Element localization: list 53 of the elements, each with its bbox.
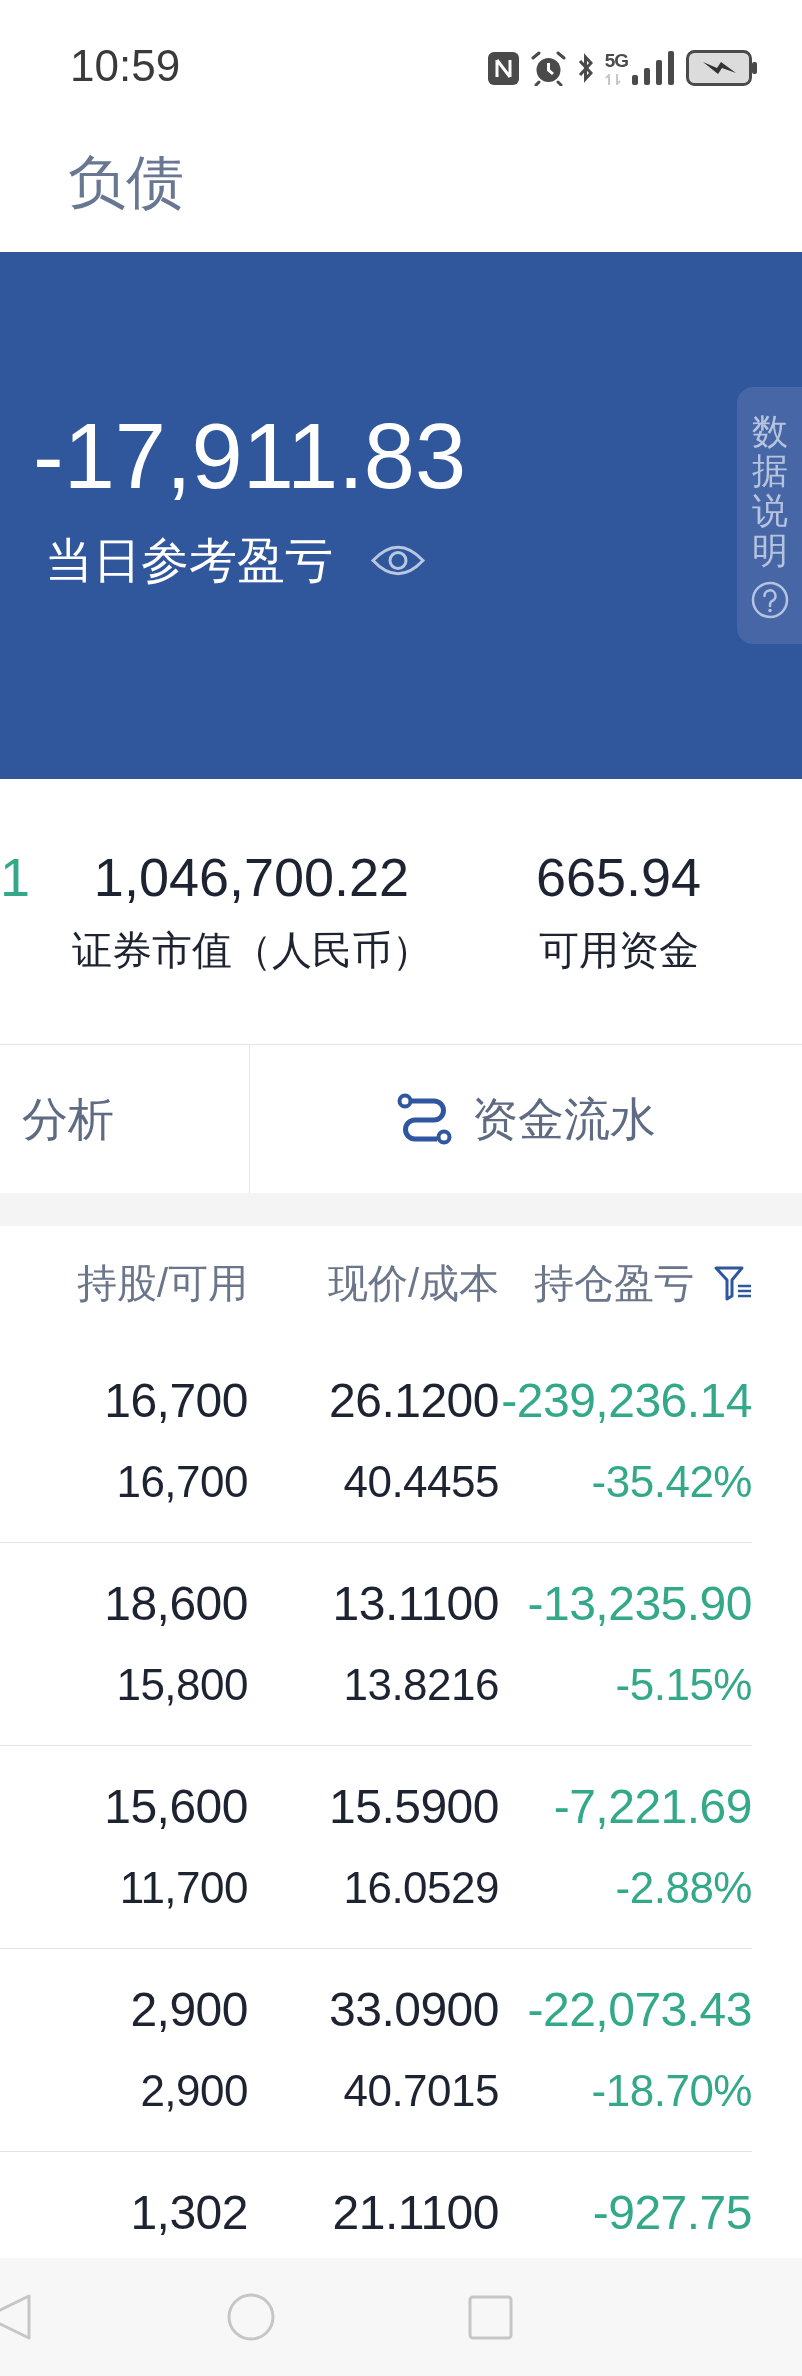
tab[interactable]: 负债 — [68, 150, 184, 214]
column-header: 现价/成本 — [326, 1260, 499, 1307]
home-icon[interactable] — [227, 2293, 275, 2341]
table-cell: -13,235.90 — [527, 1580, 752, 1628]
daily-pnl-label: 当日参考盈亏 — [45, 533, 333, 589]
nfc-icon — [487, 51, 519, 85]
table-cell: -35.42% — [591, 1460, 752, 1504]
table-cell: -927.75 — [592, 2189, 752, 2237]
table-cell: 1,302 — [130, 2189, 248, 2237]
table-cell: 15,800 — [116, 1663, 248, 1707]
table-cell: 2,900 — [140, 2069, 248, 2113]
table-cell: 21.1100 — [332, 2189, 499, 2237]
table-cell: 40.7015 — [343, 2069, 499, 2113]
bluetooth-icon — [577, 51, 593, 85]
table-cell: 13.8216 — [343, 1663, 499, 1707]
table-cell: -22,073.43 — [527, 1986, 752, 2034]
signal-icon — [632, 51, 674, 85]
stat-value: 1,046,700.22 — [93, 850, 410, 904]
table-cell: -239,236.14 — [501, 1377, 752, 1425]
table-cell: 15.5900 — [329, 1783, 499, 1831]
table-cell: 16,700 — [116, 1460, 248, 1504]
network-type: 5G — [604, 51, 628, 70]
table-cell: 16,700 — [104, 1377, 248, 1425]
stat-value: 665.94 — [535, 850, 702, 904]
help-icon — [750, 581, 789, 620]
table-cell: -5.15% — [615, 1663, 752, 1707]
alarm-clock-icon — [530, 50, 566, 86]
table-cell: 18,600 — [104, 1580, 248, 1628]
table-cell: 16.0529 — [343, 1866, 499, 1910]
data-info-tab[interactable]: 数据说明 — [737, 387, 802, 644]
table-cell: -18.70% — [591, 2069, 752, 2113]
filter-icon[interactable] — [714, 1265, 752, 1301]
stat-label: 证券市值（人民币） — [71, 927, 432, 974]
stat-label: 可用资金 — [538, 927, 699, 974]
table-cell: -2.88% — [615, 1866, 752, 1910]
table-cell: -7,221.69 — [553, 1783, 752, 1831]
data-arrows-icon — [604, 74, 621, 85]
column-header: 持股/可用 — [75, 1260, 248, 1307]
table-cell: 2,900 — [130, 1986, 248, 2034]
action-button[interactable]: 资金流水 — [250, 1045, 802, 1193]
status-time: 10:59 — [70, 44, 181, 88]
table-cell: 15,600 — [104, 1783, 248, 1831]
table-cell: 33.0900 — [329, 1986, 499, 2034]
column-header: 持仓盈亏 — [533, 1260, 694, 1307]
recent-apps-icon[interactable] — [468, 2294, 513, 2340]
table-cell: 13.1100 — [332, 1580, 499, 1628]
daily-pnl-value: -17,911.83 — [33, 410, 467, 502]
back-icon[interactable] — [0, 2292, 31, 2342]
stat-value: 1 — [0, 850, 31, 904]
table-cell: 11,700 — [119, 1866, 248, 1910]
battery-icon — [686, 50, 758, 86]
table-cell: 40.4455 — [343, 1460, 499, 1504]
table-cell: 26.1200 — [329, 1377, 499, 1425]
